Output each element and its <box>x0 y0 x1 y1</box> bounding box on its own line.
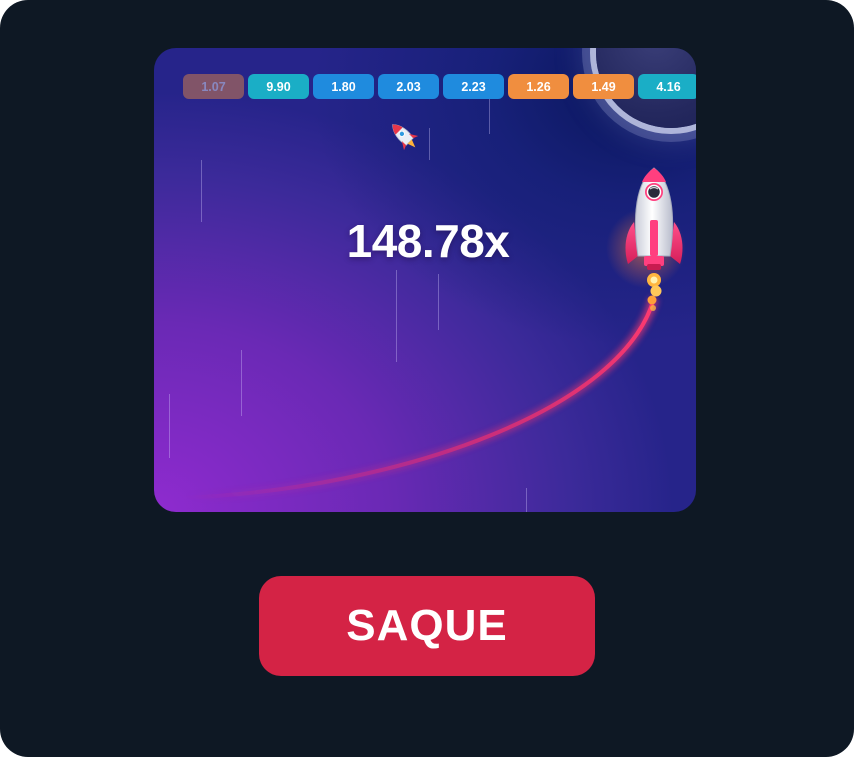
history-chip: 1.07 <box>183 74 244 99</box>
history-chip: 2.03 <box>378 74 439 99</box>
rocket-icon-small <box>392 124 419 151</box>
history-chip: 1.49 <box>573 74 634 99</box>
history-chip: 4.16 <box>638 74 696 99</box>
history-chip: 9.90 <box>248 74 309 99</box>
cashout-button[interactable]: SAQUE <box>259 576 595 676</box>
game-canvas: 1.07 9.90 1.80 2.03 2.23 1.26 1.49 4.16 <box>154 48 696 512</box>
current-multiplier: 148.78x <box>346 215 510 267</box>
app-frame: 1.07 9.90 1.80 2.03 2.23 1.26 1.49 4.16 <box>0 0 854 757</box>
flight-trail <box>183 208 686 503</box>
multiplier-history: 1.07 9.90 1.80 2.03 2.23 1.26 1.49 4.16 <box>183 74 696 99</box>
history-chip: 2.23 <box>443 74 504 99</box>
rocket-flame <box>647 273 662 311</box>
history-chip: 1.80 <box>313 74 374 99</box>
history-chip: 1.26 <box>508 74 569 99</box>
